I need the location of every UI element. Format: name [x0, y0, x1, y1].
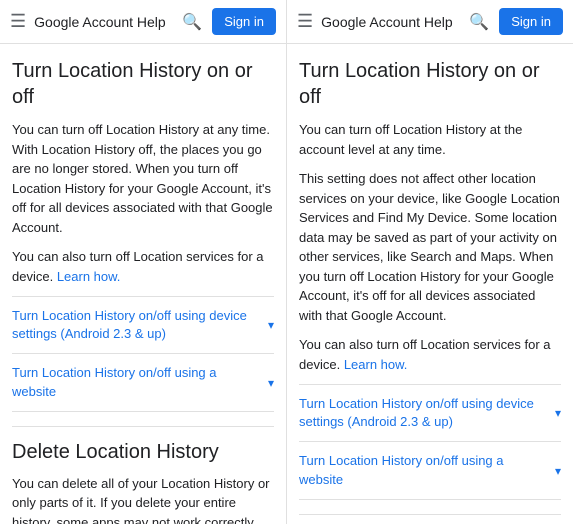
search-icon[interactable]: 🔍: [182, 12, 202, 32]
accordion-item-0[interactable]: Turn Location History on/off using devic…: [12, 297, 274, 354]
learn-how-link[interactable]: Learn how.: [57, 269, 121, 284]
chevron-down-icon: ▾: [268, 376, 274, 390]
accordion-label: Turn Location History on/off using a web…: [12, 364, 268, 400]
accordion: Turn Location History on/off using devic…: [299, 384, 561, 500]
paragraph-0: You can turn off Location History at any…: [12, 120, 274, 237]
content-area: Turn Location History on or off You can t…: [0, 44, 286, 524]
header-title: Google Account Help: [34, 14, 182, 30]
accordion-label: Turn Location History on/off using a web…: [299, 452, 555, 488]
section-divider: [12, 426, 274, 427]
panel-0: ☰ Google Account Help🔍 Sign in Turn Locatio…: [0, 0, 287, 524]
accordion: Turn Location History on/off using devic…: [12, 296, 274, 412]
accordion-label: Turn Location History on/off using devic…: [299, 395, 555, 431]
accordion-item-1[interactable]: Turn Location History on/off using a web…: [299, 442, 561, 499]
chevron-down-icon: ▾: [555, 464, 561, 478]
section-title: Turn Location History on or off: [12, 58, 274, 110]
chevron-down-icon: ▾: [555, 406, 561, 420]
accordion-item-0[interactable]: Turn Location History on/off using devic…: [299, 385, 561, 442]
sign-in-button[interactable]: Sign in: [499, 8, 563, 35]
main-panels: ☰Google Account Help🔍Sign inTurn Locatio…: [0, 0, 573, 524]
section-divider: [299, 514, 561, 515]
menu-icon[interactable]: ☰: [10, 11, 26, 32]
header: ☰ Google Account Help🔍 Sign in: [287, 0, 573, 44]
learn-how-link[interactable]: Learn how.: [344, 357, 408, 372]
header: ☰ Google Account Help🔍 Sign in: [0, 0, 286, 44]
menu-icon[interactable]: ☰: [297, 11, 313, 32]
paragraph-2: You can also turn off Location services …: [299, 335, 561, 374]
paragraph-0: You can turn off Location History at the…: [299, 120, 561, 159]
accordion-item-1[interactable]: Turn Location History on/off using a web…: [12, 354, 274, 411]
search-icon[interactable]: 🔍: [469, 12, 489, 32]
header-title: Google Account Help: [321, 14, 469, 30]
paragraph-1: You can also turn off Location services …: [12, 247, 274, 286]
accordion-label: Turn Location History on/off using devic…: [12, 307, 268, 343]
paragraph-1: This setting does not affect other locat…: [299, 169, 561, 325]
content-area: Turn Location History on or off You can t…: [287, 44, 573, 524]
section2-title: Delete Location History: [12, 441, 274, 464]
section-title: Turn Location History on or off: [299, 58, 561, 110]
chevron-down-icon: ▾: [268, 318, 274, 332]
section2-body: You can delete all of your Location Hist…: [12, 474, 274, 524]
sign-in-button[interactable]: Sign in: [212, 8, 276, 35]
panel-1: ☰ Google Account Help🔍 Sign in Turn Locatio…: [287, 0, 573, 524]
